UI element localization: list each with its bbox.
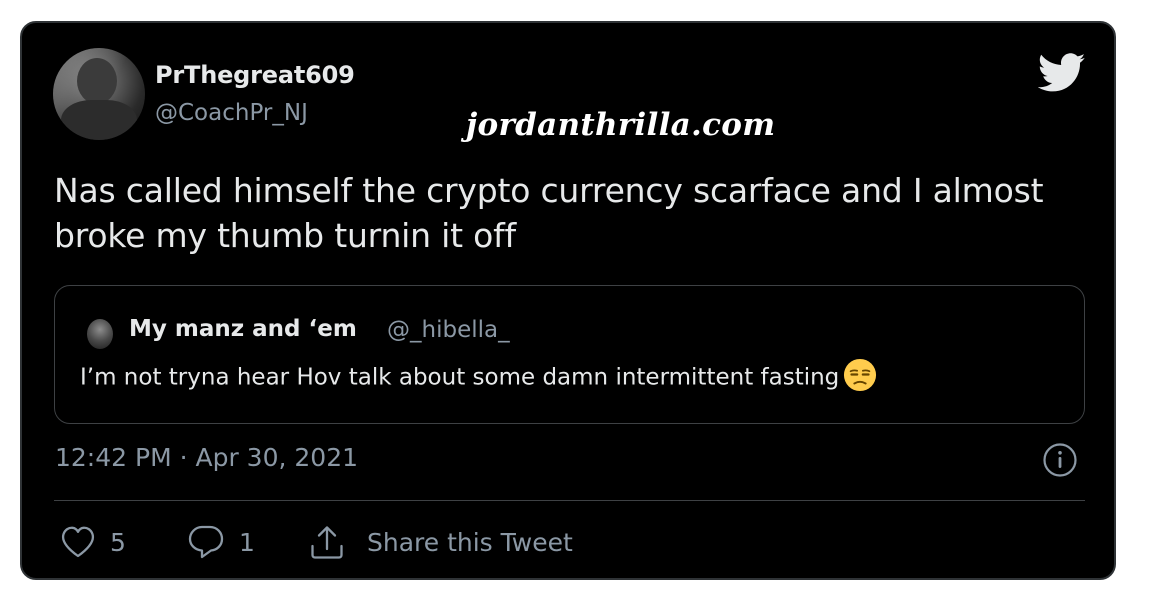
action-divider (54, 500, 1085, 501)
unamused-face-emoji-icon (844, 358, 877, 392)
author-display-name[interactable]: PrThegreat609 (155, 61, 355, 89)
tweet-body-text: Nas called himself the crypto currency s… (54, 171, 1044, 255)
share-button[interactable]: Share this Tweet (309, 522, 573, 562)
twitter-bird-icon[interactable] (1038, 53, 1086, 93)
tweet-card[interactable]: PrThegreat609 @CoachPr_NJ jordanthrilla.… (20, 21, 1116, 580)
quoted-author-avatar (87, 319, 113, 349)
author-avatar[interactable] (53, 48, 145, 140)
author-handle[interactable]: @CoachPr_NJ (155, 100, 308, 126)
share-icon (311, 526, 343, 559)
quoted-author-display-name: My manz and ‘em (129, 316, 357, 342)
share-label: Share this Tweet (367, 527, 573, 557)
like-button[interactable]: 5 (60, 522, 126, 562)
info-icon[interactable] (1042, 442, 1078, 478)
quoted-author-handle: @_hibella_ (387, 317, 510, 343)
watermark-text: jordanthrilla.com (466, 107, 776, 143)
reply-count: 1 (239, 527, 255, 557)
quoted-tweet-text: I’m not tryna hear Hov talk about some d… (80, 364, 840, 391)
quoted-tweet[interactable]: My manz and ‘em @_hibella_ I’m not tryna… (54, 285, 1085, 424)
reply-button[interactable]: 1 (187, 522, 255, 562)
heart-icon (61, 526, 95, 558)
quoted-tweet-text-line: I’m not tryna hear Hov talk about some d… (80, 358, 877, 392)
tweet-timestamp[interactable]: 12:42 PM · Apr 30, 2021 (55, 443, 358, 472)
reply-bubble-icon (188, 525, 224, 559)
like-count: 5 (110, 527, 126, 557)
